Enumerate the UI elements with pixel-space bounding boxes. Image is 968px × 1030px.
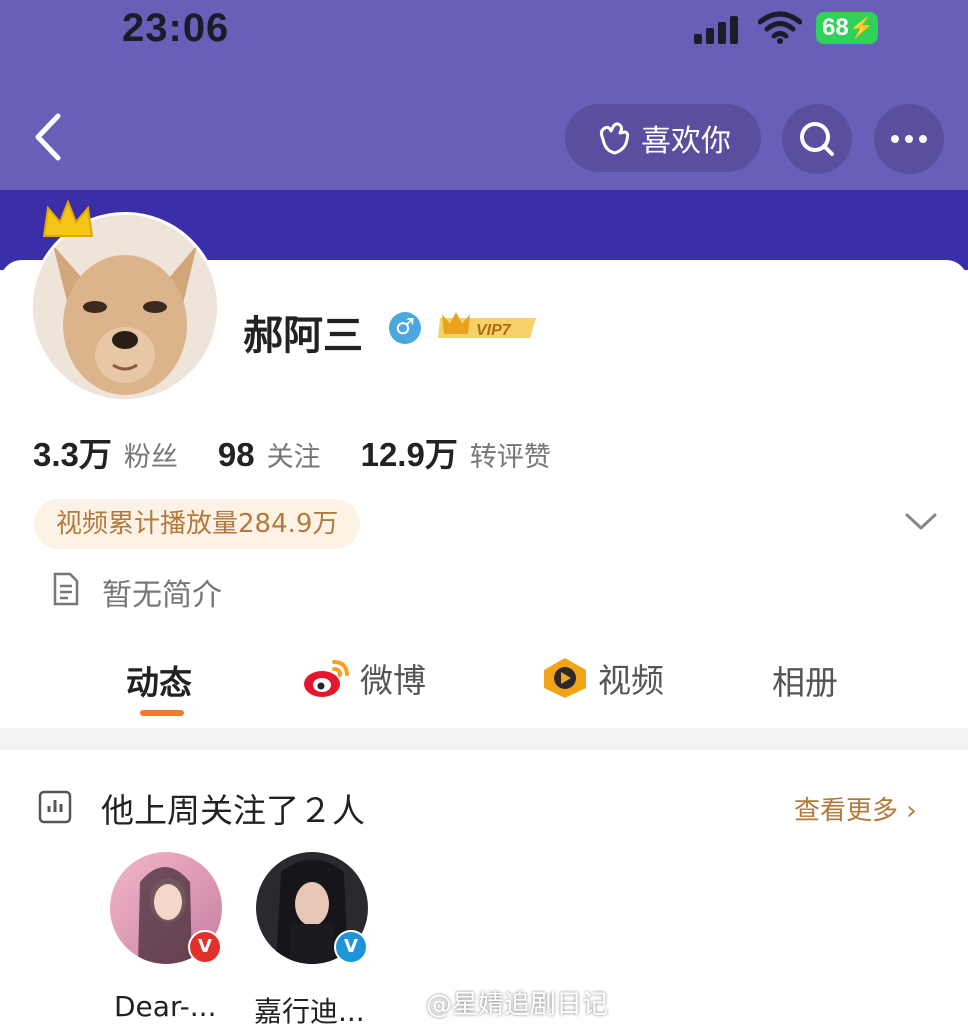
watermark-text: @星婧追剧日记: [426, 990, 609, 1020]
search-icon: [800, 122, 834, 156]
video-play-count-badge: 视频累计播放量284.9万: [34, 499, 361, 549]
followed-user-name[interactable]: 嘉行迪...: [254, 990, 365, 1030]
tab-video[interactable]: 视频: [540, 654, 664, 702]
see-more-link[interactable]: 查看更多 ›: [794, 790, 917, 827]
following-label[interactable]: 关注: [267, 435, 321, 474]
battery-indicator: 68 ⚡: [816, 12, 878, 44]
wifi-icon: [758, 11, 802, 44]
tab-weibo-label: 微博: [360, 661, 426, 700]
status-time: 23:06: [122, 6, 230, 50]
watermark: @星婧追剧日记: [388, 984, 608, 1021]
likes-count: 12.9万: [360, 436, 458, 473]
followers-label[interactable]: 粉丝: [124, 435, 178, 474]
tab-feed-label: 动态: [126, 663, 192, 702]
verified-badge-blue: V: [334, 930, 368, 964]
signal-icon: [694, 14, 744, 44]
profile-bio: 暂无简介: [102, 578, 222, 613]
weibo-watermark-icon: [388, 992, 418, 1015]
likes-label: 转评赞: [469, 442, 551, 473]
back-icon[interactable]: [28, 112, 68, 162]
vip-badge[interactable]: VIP7: [436, 310, 540, 344]
document-icon: [53, 572, 79, 606]
more-button[interactable]: [874, 104, 944, 174]
male-gender-icon: ♂: [389, 312, 421, 344]
battery-level: 68: [822, 14, 849, 41]
vip-label: VIP7: [476, 322, 512, 339]
tab-feed[interactable]: 动态: [126, 656, 192, 704]
like-button-label: 喜欢你: [641, 124, 731, 159]
chevron-down-icon[interactable]: [904, 512, 938, 532]
more-icon: [891, 135, 927, 143]
crown-icon: [42, 199, 94, 237]
tab-video-label: 视频: [598, 661, 664, 700]
following-count[interactable]: 98: [218, 436, 255, 474]
followed-section-title: 他上周关注了２人: [101, 791, 365, 830]
section-divider: [0, 728, 968, 750]
status-bar: 23:06 68 ⚡: [0, 0, 968, 72]
followed-user-name[interactable]: Dear-...: [114, 990, 216, 1023]
weibo-icon: [304, 660, 349, 697]
video-icon: [544, 658, 586, 698]
bar-chart-icon: [38, 790, 72, 824]
like-button[interactable]: 喜欢你: [565, 104, 761, 172]
tab-album-label: 相册: [772, 663, 838, 702]
followed-user[interactable]: V: [256, 852, 376, 964]
see-more-label: 查看更多: [794, 796, 899, 826]
chevron-right-icon: ›: [898, 796, 917, 826]
profile-stats: 3.3万 粉丝 98 关注 12.9万 转评赞: [33, 428, 591, 476]
followers-count[interactable]: 3.3万: [33, 428, 112, 476]
tab-album[interactable]: 相册: [772, 656, 838, 704]
verified-badge-red: V: [188, 930, 222, 964]
profile-name: 郝阿三: [243, 313, 363, 359]
nav-bar: 喜欢你: [0, 72, 968, 190]
charging-icon: ⚡: [849, 17, 874, 39]
search-button[interactable]: [782, 104, 852, 174]
heart-hand-icon: [599, 122, 630, 155]
tab-weibo[interactable]: 微博: [302, 654, 426, 702]
active-tab-indicator: [140, 710, 184, 716]
followed-user[interactable]: V: [110, 852, 230, 964]
